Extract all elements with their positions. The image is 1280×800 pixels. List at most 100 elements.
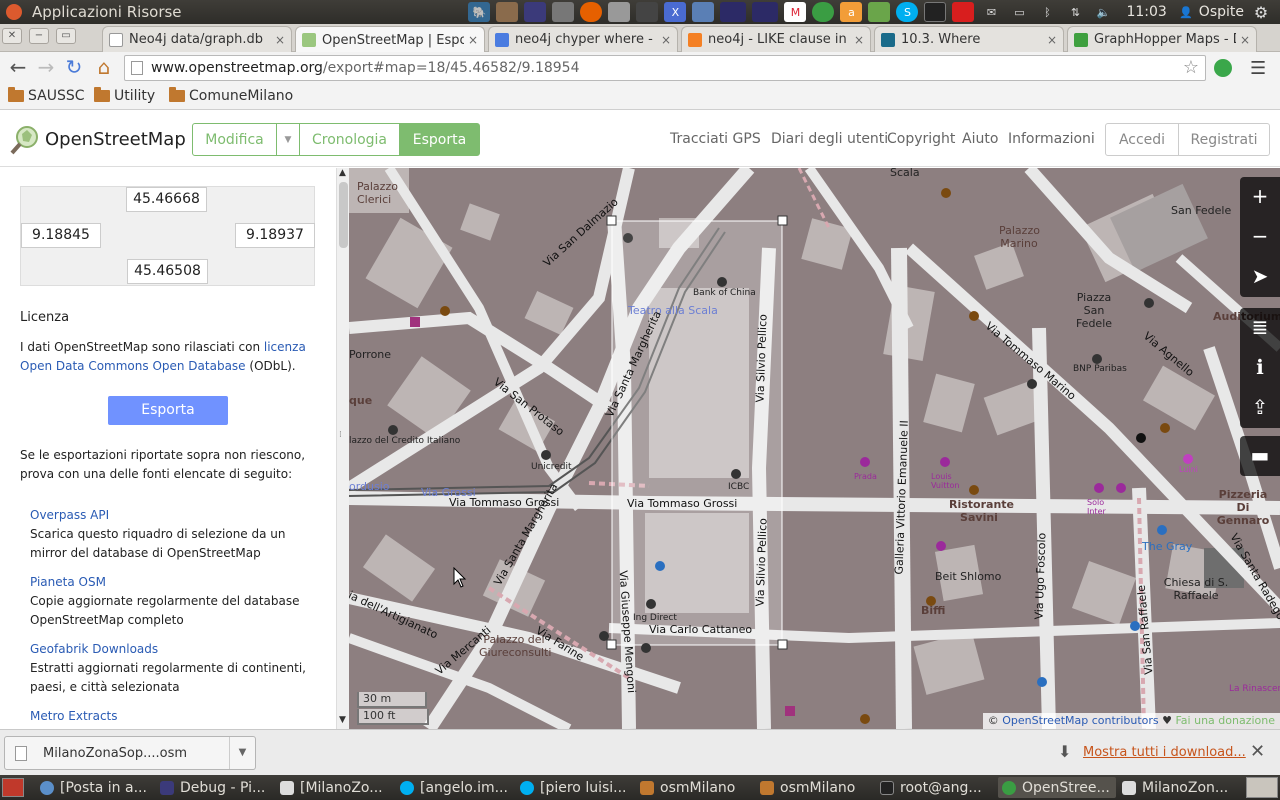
user-name[interactable]: Ospite xyxy=(1199,4,1244,20)
osm-brand-name[interactable]: OpenStreetMap xyxy=(45,129,186,150)
firefox-icon[interactable] xyxy=(580,2,603,22)
app-icon[interactable] xyxy=(552,2,575,22)
gps-traces-link[interactable]: Tracciati GPS xyxy=(670,131,761,147)
bookmark-comunemilano[interactable]: ComuneMilano xyxy=(169,87,293,104)
history-button[interactable]: Cronologia xyxy=(299,123,400,156)
taskbar-item[interactable]: osmMilano xyxy=(636,777,754,798)
taskbar-item[interactable]: [angelo.im... xyxy=(396,777,514,798)
overpass-api-link[interactable]: Overpass API xyxy=(30,508,109,522)
printer-icon[interactable] xyxy=(608,2,631,22)
eclipse-icon[interactable] xyxy=(524,2,547,22)
donate-link[interactable]: Fai una donazione xyxy=(1175,714,1275,727)
close-icon[interactable]: × xyxy=(468,33,478,47)
export-button[interactable]: Esporta xyxy=(108,396,228,425)
edit-dropdown-button[interactable]: ▼ xyxy=(276,123,300,156)
bookmark-saussc[interactable]: SAUSSC xyxy=(8,87,85,104)
chrome-icon[interactable] xyxy=(812,2,835,22)
tab-neo4j-like[interactable]: neo4j - LIKE clause in CYP × xyxy=(681,26,871,52)
zoom-in-button[interactable]: + xyxy=(1240,177,1280,217)
taskbar-item-active[interactable]: OpenStree... xyxy=(998,777,1116,798)
metro-extracts-link[interactable]: Metro Extracts xyxy=(30,709,118,723)
close-icon[interactable]: × xyxy=(1240,33,1250,47)
star-icon[interactable]: ☆ xyxy=(1183,57,1199,78)
scroll-down-icon[interactable]: ▼ xyxy=(339,715,346,725)
osm-logo-icon[interactable] xyxy=(10,125,40,155)
app-icon[interactable] xyxy=(636,2,659,22)
close-icon[interactable]: × xyxy=(275,33,285,47)
edit-button[interactable]: Modifica xyxy=(192,123,277,156)
eclipse-icon[interactable] xyxy=(720,2,747,22)
sidebar-scrollbar[interactable]: ▲ ⁞ ▼ xyxy=(336,168,349,729)
gear-icon[interactable]: ⚙ xyxy=(1250,2,1272,22)
close-icon[interactable]: × xyxy=(661,33,671,47)
scrollbar-thumb[interactable] xyxy=(339,182,348,248)
panel-app-menu[interactable]: Applicazioni Risorse xyxy=(32,3,182,21)
reload-icon[interactable]: ↻ xyxy=(62,56,86,80)
terminal-icon[interactable] xyxy=(924,2,947,22)
bookmark-utility[interactable]: Utility xyxy=(94,87,155,104)
tab-where[interactable]: 10.3. Where × xyxy=(874,26,1064,52)
min-lon-input[interactable]: 9.18845 xyxy=(21,223,101,248)
window-minimize-button[interactable]: − xyxy=(29,28,49,44)
zoom-out-button[interactable]: − xyxy=(1240,217,1280,257)
postgres-icon[interactable]: 🐘 xyxy=(468,2,491,22)
taskbar-item[interactable]: [piero luisi... xyxy=(516,777,634,798)
map-key-button[interactable]: ℹ xyxy=(1240,348,1280,388)
max-lat-input[interactable]: 45.46668 xyxy=(126,187,207,212)
window-maximize-button[interactable]: ▭ xyxy=(56,28,76,44)
chevron-down-icon[interactable]: ▼ xyxy=(229,737,255,769)
taskbar-item[interactable]: [MilanoZo... xyxy=(276,777,394,798)
address-bar[interactable]: www.openstreetmap.org/export#map=18/45.4… xyxy=(124,55,1206,81)
clock[interactable]: 11:03 xyxy=(1126,4,1166,20)
window-close-button[interactable]: ✕ xyxy=(2,28,22,44)
back-arrow-icon[interactable]: ← xyxy=(6,56,30,80)
user-diaries-link[interactable]: Diari degli utenti xyxy=(771,131,888,147)
osm-contributors-link[interactable]: OpenStreetMap contributors xyxy=(1002,714,1158,727)
tab-graphhopper[interactable]: GraphHopper Maps - Drive × xyxy=(1067,26,1257,52)
red-app-icon[interactable] xyxy=(952,2,975,22)
close-icon[interactable]: ✕ xyxy=(1250,741,1265,762)
gmail-icon[interactable]: M xyxy=(784,2,807,22)
battery-icon[interactable]: ▭ xyxy=(1008,2,1030,22)
resize-handle-icon[interactable]: ⁞ xyxy=(339,430,342,440)
tab-neo4j-data[interactable]: Neo4j data/graph.db × xyxy=(102,26,292,52)
volume-icon[interactable]: 🔈 xyxy=(1092,2,1114,22)
amazon-icon[interactable]: a xyxy=(840,2,863,22)
taskbar-item[interactable]: MilanoZon... xyxy=(1118,777,1236,798)
taskbar-item[interactable]: root@ang... xyxy=(876,777,994,798)
show-all-downloads-link[interactable]: Mostra tutti i download... xyxy=(1083,745,1246,760)
help-link[interactable]: Aiuto xyxy=(962,131,998,147)
scroll-up-icon[interactable]: ▲ xyxy=(339,168,346,178)
layers-button[interactable]: ≣ xyxy=(1240,308,1280,348)
skype-icon[interactable]: S xyxy=(896,2,919,22)
taskbar-item[interactable]: osmMilano xyxy=(756,777,874,798)
tab-neo4j-chyper[interactable]: neo4j chyper where - Cer × xyxy=(488,26,678,52)
taskbar-item[interactable]: Debug - Pi... xyxy=(156,777,274,798)
close-icon[interactable]: × xyxy=(1047,33,1057,47)
close-icon[interactable]: × xyxy=(854,33,864,47)
login-button[interactable]: Accedi xyxy=(1105,123,1179,156)
home-icon[interactable]: ⌂ xyxy=(92,56,116,80)
planet-osm-link[interactable]: Pianeta OSM xyxy=(30,575,106,589)
app-icon[interactable] xyxy=(868,2,891,22)
app-icon[interactable] xyxy=(496,2,519,22)
taskbar-item[interactable]: [Posta in a... xyxy=(36,777,154,798)
show-desktop-icon[interactable] xyxy=(2,778,24,797)
map-view[interactable]: Scala Palazzo Clerici San Fedele Palazzo… xyxy=(349,168,1280,729)
mail-icon[interactable]: ✉ xyxy=(980,2,1002,22)
locate-button[interactable]: ➤ xyxy=(1240,257,1280,297)
bluetooth-icon[interactable]: ᛒ xyxy=(1036,2,1058,22)
signup-button[interactable]: Registrati xyxy=(1178,123,1270,156)
chart-app-icon[interactable] xyxy=(692,2,715,22)
workspace-switcher[interactable] xyxy=(1246,777,1278,798)
network-icon[interactable]: ⇅ xyxy=(1064,2,1086,22)
x-app-icon[interactable]: X xyxy=(664,2,687,22)
download-item[interactable]: MilanoZonaSop....osm ▼ xyxy=(4,736,256,770)
about-link[interactable]: Informazioni xyxy=(1008,131,1095,147)
forward-arrow-icon[interactable]: → xyxy=(34,56,58,80)
max-lon-input[interactable]: 9.18937 xyxy=(235,223,315,248)
min-lat-input[interactable]: 45.46508 xyxy=(127,259,208,284)
eclipse-icon[interactable] xyxy=(752,2,779,22)
extension-icon[interactable] xyxy=(1214,59,1232,77)
export-tab-button[interactable]: Esporta xyxy=(399,123,480,156)
